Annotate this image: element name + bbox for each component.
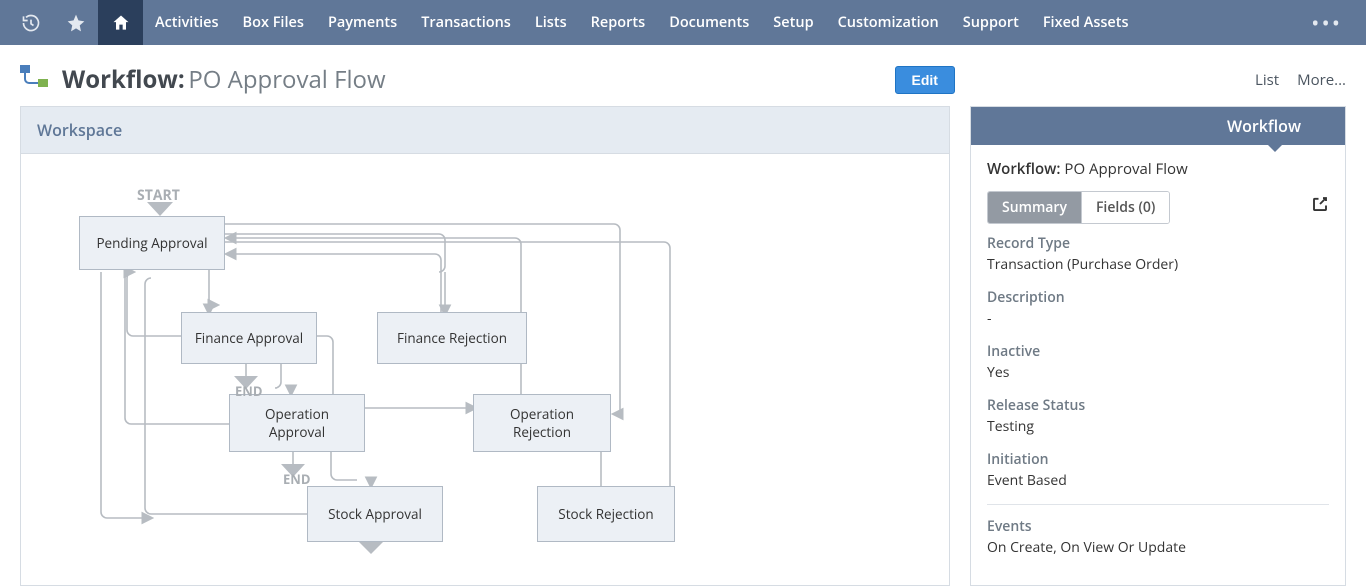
nav-support[interactable]: Support [951,0,1031,45]
state-stock-approval[interactable]: Stock Approval [307,486,443,542]
nav-customization[interactable]: Customization [826,0,951,45]
end-label-2: END [283,470,310,488]
page-header: Workflow: PO Approval Flow Edit List Mor… [0,45,1366,106]
field-value: On Create, On View Or Update [987,538,1329,557]
sidebar-title: Workflow: PO Approval Flow [987,159,1329,179]
nav-transactions[interactable]: Transactions [409,0,523,45]
workspace-panel: Workspace [20,106,950,586]
workspace-header: Workspace [21,107,949,154]
field-label: Release Status [987,396,1329,415]
state-finance-rejection[interactable]: Finance Rejection [377,312,527,364]
state-operation-rejection[interactable]: Operation Rejection [473,394,611,452]
start-label: START [137,186,180,205]
nav-lists[interactable]: Lists [523,0,579,45]
nav-reports[interactable]: Reports [579,0,658,45]
page-title-name: PO Approval Flow [188,63,385,96]
star-icon[interactable] [53,0,98,45]
field-label: Initiation [987,450,1329,469]
field-label: Description [987,288,1329,307]
tab-fields[interactable]: Fields (0) [1082,192,1169,223]
field-events: Events On Create, On View Or Update [987,517,1329,557]
top-nav: Activities Box Files Payments Transactio… [0,0,1366,45]
state-pending-approval[interactable]: Pending Approval [79,216,225,270]
state-finance-approval[interactable]: Finance Approval [181,312,317,364]
field-initiation: Initiation Event Based [987,450,1329,490]
nav-setup[interactable]: Setup [761,0,825,45]
more-link[interactable]: More... [1297,70,1346,90]
field-value: Testing [987,417,1329,436]
end-label-1: END [235,382,262,400]
field-description: Description - [987,288,1329,328]
field-label: Events [987,517,1329,536]
nav-activities[interactable]: Activities [143,0,231,45]
nav-payments[interactable]: Payments [316,0,409,45]
field-label: Inactive [987,342,1329,361]
field-label: Record Type [987,234,1329,253]
sidebar-title-prefix: Workflow: [987,159,1061,179]
home-icon[interactable] [98,0,143,45]
sidebar-tabs: Summary Fields (0) [987,191,1170,224]
field-record-type: Record Type Transaction (Purchase Order) [987,234,1329,274]
field-release-status: Release Status Testing [987,396,1329,436]
field-value: Event Based [987,471,1329,490]
history-icon[interactable] [8,0,53,45]
field-inactive: Inactive Yes [987,342,1329,382]
list-link[interactable]: List [1255,70,1279,90]
workflow-icon [20,65,50,94]
workspace-canvas[interactable]: START Pending Approval Finance Approval … [21,154,949,554]
edit-button[interactable]: Edit [895,66,955,94]
details-sidebar: Workflow Workflow: PO Approval Flow Summ… [970,106,1346,586]
tab-summary[interactable]: Summary [988,192,1082,223]
field-value: - [987,309,1329,328]
nav-fixed-assets[interactable]: Fixed Assets [1031,0,1141,45]
page-title-prefix: Workflow: [62,63,185,96]
popout-icon[interactable] [1311,195,1329,218]
sidebar-header: Workflow [971,107,1345,145]
state-stock-rejection[interactable]: Stock Rejection [537,486,675,542]
state-operation-approval[interactable]: Operation Approval [229,394,365,452]
nav-documents[interactable]: Documents [657,0,761,45]
nav-box-files[interactable]: Box Files [231,0,316,45]
field-value: Yes [987,363,1329,382]
field-value: Transaction (Purchase Order) [987,255,1329,274]
sidebar-title-name: PO Approval Flow [1064,159,1187,179]
separator [987,504,1329,505]
overflow-menu-icon[interactable]: ••• [1295,8,1358,38]
